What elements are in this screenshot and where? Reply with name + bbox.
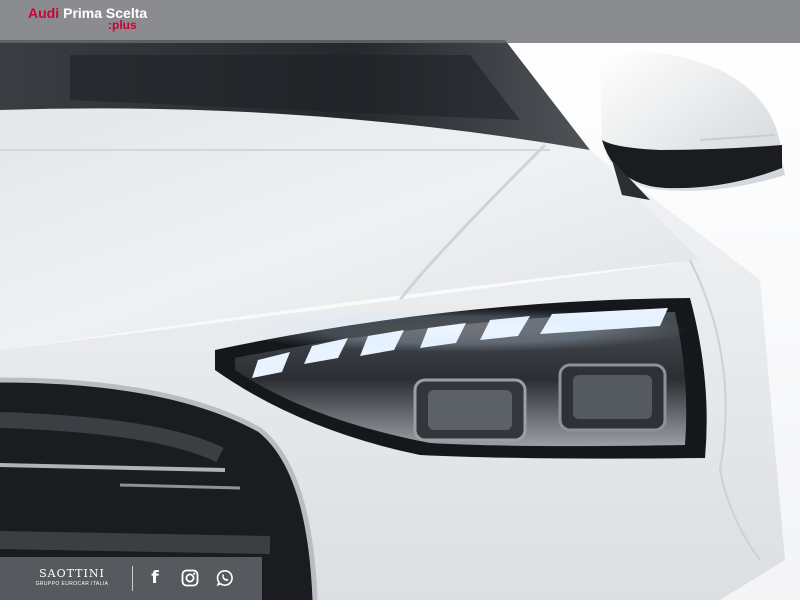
dealer-name: SAOTTINI (39, 567, 105, 580)
dealer-logo: SAOTTINI GRUPPO EUROCAR ITALIA (26, 567, 118, 587)
footer-divider (132, 566, 133, 591)
whatsapp-icon[interactable] (215, 568, 235, 588)
top-header-bar: Audi Prima Scelta :plus (0, 0, 800, 43)
dealer-subtitle: GRUPPO EUROCAR ITALIA (35, 581, 109, 587)
facebook-icon[interactable]: f (145, 568, 165, 588)
brand-plus-text: :plus (108, 18, 137, 32)
car-headlight-photo (0, 0, 800, 600)
instagram-icon[interactable] (180, 568, 200, 588)
brand-audi-text: Audi (28, 5, 60, 21)
dealer-footer-bar: SAOTTINI GRUPPO EUROCAR ITALIA f (0, 557, 262, 600)
facebook-glyph: f (151, 568, 159, 588)
